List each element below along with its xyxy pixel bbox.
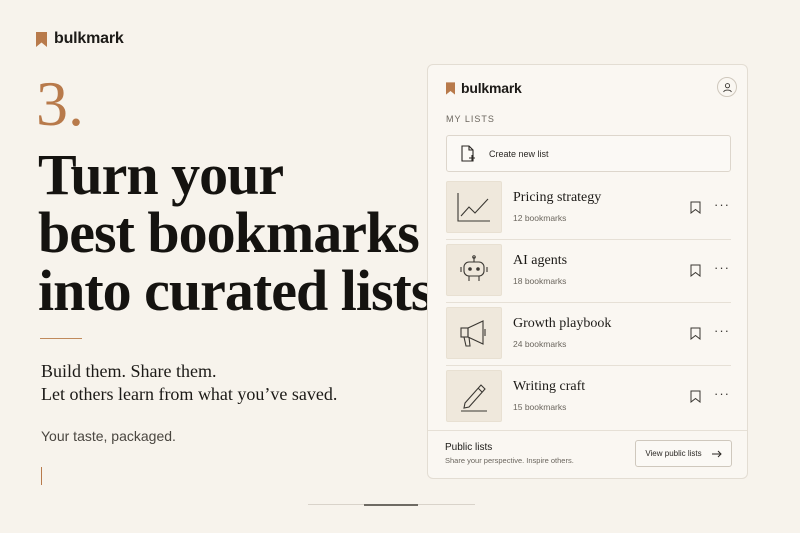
list-title: Growth playbook: [513, 316, 612, 331]
panel-brand-name: bulkmark: [461, 80, 522, 96]
more-options-icon[interactable]: ···: [714, 386, 730, 401]
public-lists-title: Public lists: [445, 442, 493, 453]
user-avatar-button[interactable]: [717, 77, 737, 97]
create-new-list-label: Create new list: [489, 148, 549, 159]
list-item-ai-agents[interactable]: AI agents 18 bookmarks ···: [446, 244, 731, 303]
robot-icon: [460, 255, 488, 281]
bookmark-outline-icon[interactable]: [690, 390, 701, 403]
new-document-icon: [461, 145, 475, 162]
line-chart-icon: [457, 193, 490, 222]
bookmark-outline-icon[interactable]: [690, 327, 701, 340]
megaphone-icon: [460, 320, 486, 347]
step-number: 3.: [36, 68, 84, 139]
row-divider: [446, 365, 731, 366]
list-title: AI agents: [513, 253, 568, 268]
more-options-icon[interactable]: ···: [714, 197, 730, 212]
bookmark-outline-icon[interactable]: [690, 264, 701, 277]
brand-logo[interactable]: bulkmark: [36, 30, 124, 48]
user-icon: [722, 82, 732, 92]
headline-line-3: into curated lists.: [38, 258, 447, 323]
slide-progress: [308, 503, 475, 506]
app-panel: bulkmark MY LISTS Create new list Pricin…: [427, 64, 748, 479]
view-public-lists-label: View public lists: [645, 449, 702, 458]
row-divider: [446, 239, 731, 240]
arrow-right-icon: [711, 450, 722, 457]
more-options-icon[interactable]: ···: [714, 323, 730, 338]
list-count: 18 bookmarks: [513, 276, 567, 286]
bookmark-outline-icon[interactable]: [690, 201, 701, 214]
more-options-icon[interactable]: ···: [714, 260, 730, 275]
list-thumbnail: [446, 244, 502, 296]
subheadline-line-2: Let others learn from what you’ve saved.: [41, 384, 338, 404]
list-item-writing-craft[interactable]: Writing craft 15 bookmarks ···: [446, 370, 731, 424]
list-title: Pricing strategy: [513, 190, 602, 205]
brand-name: bulkmark: [54, 30, 124, 47]
public-lists-subtitle: Share your perspective. Inspire others.: [445, 456, 574, 465]
list-count: 15 bookmarks: [513, 402, 567, 412]
accent-divider: [40, 338, 82, 339]
headline: Turn your best bookmarks into curated li…: [38, 142, 447, 323]
my-lists-label: MY LISTS: [446, 114, 495, 124]
create-new-list-button[interactable]: Create new list: [446, 135, 731, 172]
list-count: 12 bookmarks: [513, 213, 567, 223]
panel-brand-logo[interactable]: bulkmark: [446, 80, 522, 96]
bookmark-icon: [36, 31, 47, 47]
headline-line-2: best bookmarks: [38, 200, 420, 265]
list-thumbnail: [446, 307, 502, 359]
list-count: 24 bookmarks: [513, 339, 567, 349]
subheadline: Build them. Share them. Let others learn…: [41, 360, 337, 406]
slide-progress-active: [364, 503, 418, 506]
list-title: Writing craft: [513, 379, 586, 394]
row-divider: [446, 302, 731, 303]
subheadline-line-1: Build them. Share them.: [41, 361, 217, 381]
public-lists-footer: Public lists Share your perspective. Ins…: [428, 430, 747, 478]
list-item-pricing-strategy[interactable]: Pricing strategy 12 bookmarks ···: [446, 181, 731, 240]
list-thumbnail: [446, 370, 502, 422]
pencil-icon: [461, 384, 487, 412]
bookmark-icon: [446, 81, 455, 95]
headline-line-1: Turn your: [38, 142, 284, 207]
text-cursor: [41, 467, 42, 485]
list-thumbnail: [446, 181, 502, 233]
view-public-lists-button[interactable]: View public lists: [635, 440, 732, 467]
list-item-growth-playbook[interactable]: Growth playbook 24 bookmarks ···: [446, 307, 731, 366]
tagline: Your taste, packaged.: [41, 428, 176, 444]
